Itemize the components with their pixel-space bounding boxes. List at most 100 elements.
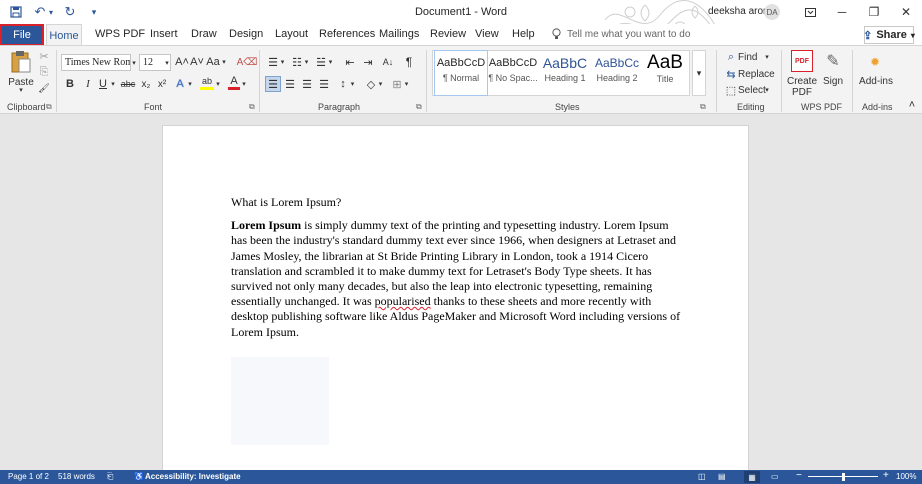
format-painter-icon[interactable]: 🖌 [37,82,51,95]
close-button[interactable]: ✕ [890,0,922,24]
tab-home[interactable]: Home [46,24,82,46]
underline-dropdown-icon[interactable]: ▾ [109,76,117,92]
copy-icon[interactable]: ⎘ [37,66,51,79]
font-size-dropdown-icon[interactable]: ▾ [163,54,171,71]
avatar[interactable]: DA [764,4,780,20]
sort-icon[interactable]: A↓ [380,54,396,70]
style-title[interactable]: AaB Title [639,51,691,95]
document-body[interactable]: What is Lorem Ipsum? Lorem Ipsum is simp… [231,195,683,340]
clipboard-launcher-icon[interactable]: ⧉ [46,102,52,112]
change-case-dropdown-icon[interactable]: ▾ [220,54,228,70]
create-pdf-icon[interactable]: PDF [791,50,813,72]
page-count[interactable]: Page 1 of 2 [8,472,49,481]
line-spacing-dropdown-icon[interactable]: ▾ [349,76,356,92]
shading-dropdown-icon[interactable]: ▾ [377,76,384,92]
web-layout-icon[interactable]: ▭ [771,472,779,481]
select-icon[interactable]: ⬚ [725,83,737,97]
paste-icon[interactable] [6,49,36,75]
show-formatting-marks-icon[interactable]: ¶ [402,54,416,70]
tab-wps-pdf[interactable]: WPS PDF [95,28,145,40]
style-no-spacing[interactable]: AaBbCcD ¶ No Spac... [487,51,539,95]
paste-dropdown-icon[interactable]: ▾ [16,86,26,94]
ribbon-display-options-icon[interactable] [794,0,826,24]
word-count[interactable]: 518 words [58,472,95,481]
document-canvas[interactable]: What is Lorem Ipsum? Lorem Ipsum is simp… [0,114,922,470]
multilevel-list-icon[interactable]: ☱ [314,54,328,70]
grow-font-icon[interactable]: A˄ [175,54,189,70]
text-effects-icon[interactable]: A [174,76,186,92]
shrink-font-icon[interactable]: A˅ [190,54,204,70]
font-color-dropdown-icon[interactable]: ▾ [240,76,248,92]
sign-icon[interactable]: ✎ [822,50,844,72]
line-spacing-icon[interactable]: ↕ [336,76,350,92]
cut-icon[interactable]: ✂ [37,50,51,63]
tab-mailings[interactable]: Mailings [379,28,419,40]
paragraph-launcher-icon[interactable]: ⧉ [416,102,422,112]
highlight-icon[interactable]: ab [200,75,214,87]
zoom-in-button[interactable]: + [883,470,889,481]
style-heading-1[interactable]: AaBbC Heading 1 [539,51,591,95]
addins-button[interactable]: Add-ins [858,75,894,87]
bold-icon[interactable]: B [64,76,76,92]
styles-more-button[interactable]: ▾ [692,50,706,96]
font-launcher-icon[interactable]: ⧉ [249,102,255,112]
align-left-icon[interactable]: ☰ [265,76,281,92]
create-pdf-button[interactable]: Create PDF [786,75,818,99]
select-button[interactable]: Select [738,84,766,96]
font-name-dropdown-icon[interactable]: ▾ [130,54,138,71]
subscript-icon[interactable]: x₂ [139,76,153,92]
font-color-icon[interactable]: A [228,74,240,87]
read-mode-icon[interactable]: ▤ [718,472,726,481]
tab-layout[interactable]: Layout [275,28,308,40]
strikethrough-icon[interactable]: abc [120,76,136,92]
find-button[interactable]: Find [738,51,762,63]
tab-review[interactable]: Review [430,28,466,40]
multilevel-list-dropdown-icon[interactable]: ▾ [327,54,334,70]
replace-icon[interactable]: ⇆ [725,67,737,81]
change-case-icon[interactable]: Aa [206,54,220,70]
proofing-icon[interactable]: ⎗ [107,472,113,482]
collapse-ribbon-icon[interactable]: ˄ [906,99,918,111]
find-dropdown-icon[interactable]: ▾ [763,51,771,63]
numbering-dropdown-icon[interactable]: ▾ [303,54,310,70]
focus-mode-icon[interactable]: ◫ [698,472,706,481]
align-right-icon[interactable]: ☰ [300,76,314,92]
zoom-level[interactable]: 100% [896,472,916,481]
style-heading-2[interactable]: AaBbCc Heading 2 [591,51,643,95]
zoom-slider-thumb[interactable] [842,473,845,481]
styles-launcher-icon[interactable]: ⧉ [700,102,706,112]
tab-file[interactable]: File [0,24,44,46]
image-placeholder[interactable] [231,357,329,445]
align-center-icon[interactable]: ☰ [283,76,297,92]
addins-icon[interactable]: ✹ [866,54,884,70]
share-button[interactable]: ⇪ Share ▾ [863,26,915,44]
increase-indent-icon[interactable]: ⇥ [361,54,375,70]
restore-button[interactable]: ❐ [858,0,890,24]
italic-icon[interactable]: I [82,76,94,92]
find-icon[interactable]: ⌕ [725,50,737,64]
borders-icon[interactable]: ⊞ [390,76,404,92]
font-name-combo[interactable]: Times New Roma [61,54,131,71]
style-normal[interactable]: AaBbCcD ¶ Normal [434,50,488,96]
sign-button[interactable]: Sign [821,75,845,87]
tab-help[interactable]: Help [512,28,535,40]
document-heading[interactable]: What is Lorem Ipsum? [231,195,683,210]
document-paragraph[interactable]: Lorem Ipsum is simply dummy text of the … [231,218,683,340]
select-dropdown-icon[interactable]: ▾ [763,84,771,96]
shading-icon[interactable]: ◇ [364,76,378,92]
clear-formatting-icon[interactable]: A⌫ [237,54,258,70]
misspelled-word[interactable]: popularised [375,294,431,308]
underline-icon[interactable]: U [97,76,109,92]
tab-draw[interactable]: Draw [191,28,217,40]
replace-button[interactable]: Replace [738,68,775,80]
numbering-icon[interactable]: ☷ [290,54,304,70]
tell-me-box[interactable]: Tell me what you want to do [552,28,690,40]
justify-icon[interactable]: ☰ [317,76,331,92]
tab-insert[interactable]: Insert [150,28,178,40]
accessibility-status[interactable]: Accessibility: Investigate [145,472,241,481]
tab-references[interactable]: References [319,28,375,40]
bullets-dropdown-icon[interactable]: ▾ [279,54,286,70]
text-effects-dropdown-icon[interactable]: ▾ [186,76,194,92]
decrease-indent-icon[interactable]: ⇤ [343,54,357,70]
print-layout-icon[interactable]: ▦ [744,471,760,483]
